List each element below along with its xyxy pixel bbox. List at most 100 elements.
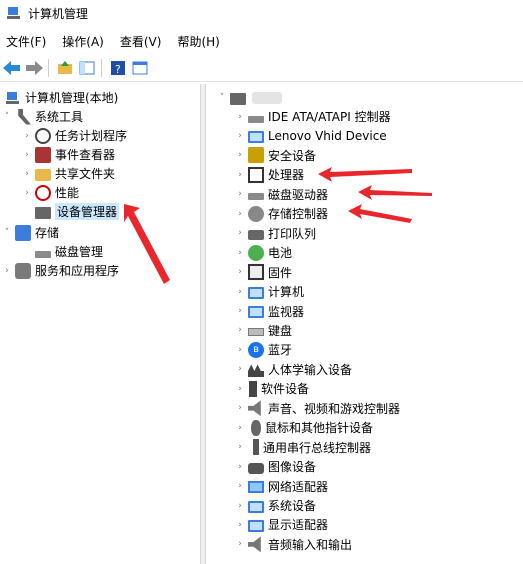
tree-item-label: 计算机管理(本地) (25, 91, 119, 105)
chevron-right-icon[interactable]: › (235, 170, 245, 180)
chevron-down-icon[interactable]: ˅ (2, 112, 12, 122)
device-category-10[interactable]: › 监视器 (235, 302, 304, 321)
chevron-right-icon[interactable]: › (235, 150, 245, 160)
chevron-right-icon[interactable]: › (235, 481, 245, 491)
chevron-right-icon[interactable]: › (235, 520, 245, 530)
svg-text:?: ? (115, 63, 121, 76)
tree-item-performance[interactable]: › 性能 (22, 183, 79, 202)
lenovo-device-icon (248, 130, 264, 143)
chevron-right-icon[interactable]: › (22, 169, 32, 179)
audio-icon (248, 400, 261, 417)
chevron-down-icon[interactable]: ˅ (2, 228, 12, 238)
chevron-right-icon[interactable]: › (235, 209, 245, 219)
forward-button[interactable] (24, 58, 44, 78)
tree-item-device-manager[interactable]: 设备管理器 (32, 202, 120, 221)
device-category-19[interactable]: › 网络适配器 (235, 477, 328, 496)
device-category-12[interactable]: › ʙ 蓝牙 (235, 340, 292, 359)
device-category-21[interactable]: › 显示适配器 (235, 515, 328, 534)
chevron-right-icon[interactable]: › (235, 287, 245, 297)
chevron-right-icon[interactable]: › (235, 306, 245, 316)
chevron-right-icon[interactable]: › (2, 266, 12, 276)
menu-file[interactable]: 文件(F) (6, 33, 46, 50)
tree-item-computer-management[interactable]: 计算机管理(本地) (2, 88, 118, 107)
device-category-18[interactable]: › 图像设备 (235, 457, 316, 476)
tree-item-label: 系统工具 (35, 110, 84, 124)
device-category-2[interactable]: › 安全设备 (235, 146, 316, 165)
properties-button[interactable] (130, 58, 150, 78)
disk-drive-icon (248, 193, 264, 201)
chevron-right-icon[interactable]: › (235, 248, 245, 258)
menu-view[interactable]: 查看(V) (120, 33, 162, 50)
device-category-6[interactable]: › 打印队列 (235, 224, 316, 243)
chevron-right-icon[interactable]: › (235, 345, 245, 355)
device-category-7[interactable]: › 电池 (235, 243, 292, 262)
chevron-right-icon[interactable]: › (235, 539, 245, 549)
device-category-label: 显示适配器 (268, 518, 329, 533)
chevron-right-icon[interactable]: › (235, 112, 245, 122)
device-category-16[interactable]: › 鼠标和其他指针设备 (235, 418, 373, 437)
firmware-icon (248, 264, 264, 281)
tree-item-shared-folders[interactable]: › 共享文件夹 (22, 164, 115, 183)
device-category-5[interactable]: › 存储控制器 (235, 204, 328, 223)
chevron-right-icon[interactable]: › (235, 131, 245, 141)
help-button[interactable]: ? (108, 58, 128, 78)
audio-io-icon (248, 536, 261, 553)
chevron-right-icon[interactable]: › (235, 403, 245, 413)
menu-action[interactable]: 操作(A) (62, 33, 104, 50)
back-arrow-icon (3, 61, 20, 75)
back-button[interactable] (2, 58, 22, 78)
device-category-1[interactable]: › Lenovo Vhid Device (235, 126, 387, 145)
show-hide-tree-button[interactable] (77, 58, 97, 78)
chevron-right-icon[interactable]: › (235, 267, 245, 277)
device-category-3[interactable]: › 处理器 (235, 165, 304, 184)
device-category-9[interactable]: › 计算机 (235, 282, 304, 301)
device-category-15[interactable]: › 声音、视频和游戏控制器 (235, 399, 400, 418)
menu-help[interactable]: 帮助(H) (177, 33, 219, 50)
hid-icon (248, 364, 264, 378)
device-category-label: 蓝牙 (268, 343, 293, 358)
device-category-8[interactable]: › 固件 (235, 263, 292, 282)
system-device-icon (248, 500, 264, 513)
tree-item-services-applications[interactable]: › 服务和应用程序 (2, 261, 119, 280)
device-category-11[interactable]: › 键盘 (235, 321, 292, 340)
console-tree-icon (79, 61, 95, 75)
device-category-20[interactable]: › 系统设备 (235, 496, 316, 515)
tree-item-storage[interactable]: ˅ 存储 (2, 223, 59, 242)
chevron-right-icon[interactable]: › (235, 228, 245, 238)
device-category-0[interactable]: › IDE ATA/ATAPI 控制器 (235, 107, 391, 126)
tree-item-task-scheduler[interactable]: › 任务计划程序 (22, 126, 127, 145)
up-folder-button[interactable] (55, 58, 75, 78)
device-category-14[interactable]: › 软件设备 (235, 379, 309, 398)
chevron-right-icon[interactable]: › (22, 131, 32, 141)
tree-item-disk-management[interactable]: 磁盘管理 (32, 242, 103, 261)
device-category-17[interactable]: › 通用串行总线控制器 (235, 438, 371, 457)
device-category-label: 处理器 (268, 168, 305, 183)
chevron-down-icon[interactable]: ˅ (217, 93, 227, 103)
chevron-right-icon[interactable]: › (235, 364, 245, 374)
chevron-right-icon[interactable]: › (235, 501, 245, 511)
event-viewer-icon (35, 146, 51, 163)
device-category-13[interactable]: › 人体学输入设备 (235, 360, 352, 379)
storage-controller-icon (248, 205, 264, 222)
chevron-right-icon[interactable]: › (22, 188, 32, 198)
tree-item-event-viewer[interactable]: › 事件查看器 (22, 145, 115, 164)
device-manager-icon (35, 206, 51, 219)
chevron-right-icon[interactable]: › (235, 189, 245, 199)
chevron-right-icon[interactable]: › (235, 442, 245, 452)
network-adapter-icon (248, 481, 264, 494)
chevron-right-icon[interactable]: › (22, 150, 32, 160)
tree-item-system-tools[interactable]: ˅ 系统工具 (2, 107, 83, 126)
chevron-right-icon[interactable]: › (235, 325, 245, 335)
tree-item-label: 性能 (55, 186, 80, 200)
monitor-icon (248, 306, 264, 318)
device-tree-root[interactable]: ˅ (217, 88, 282, 107)
device-category-4[interactable]: › 磁盘驱动器 (235, 185, 328, 204)
device-category-label: 计算机 (268, 285, 305, 300)
device-category-22[interactable]: › 音频输入和输出 (235, 535, 352, 554)
chevron-right-icon[interactable]: › (235, 423, 245, 433)
help-icon: ? (111, 61, 125, 76)
chevron-right-icon[interactable]: › (235, 462, 245, 472)
device-category-label: IDE ATA/ATAPI 控制器 (268, 110, 391, 124)
tree-item-label: 设备管理器 (55, 203, 120, 220)
chevron-right-icon[interactable]: › (235, 384, 245, 394)
